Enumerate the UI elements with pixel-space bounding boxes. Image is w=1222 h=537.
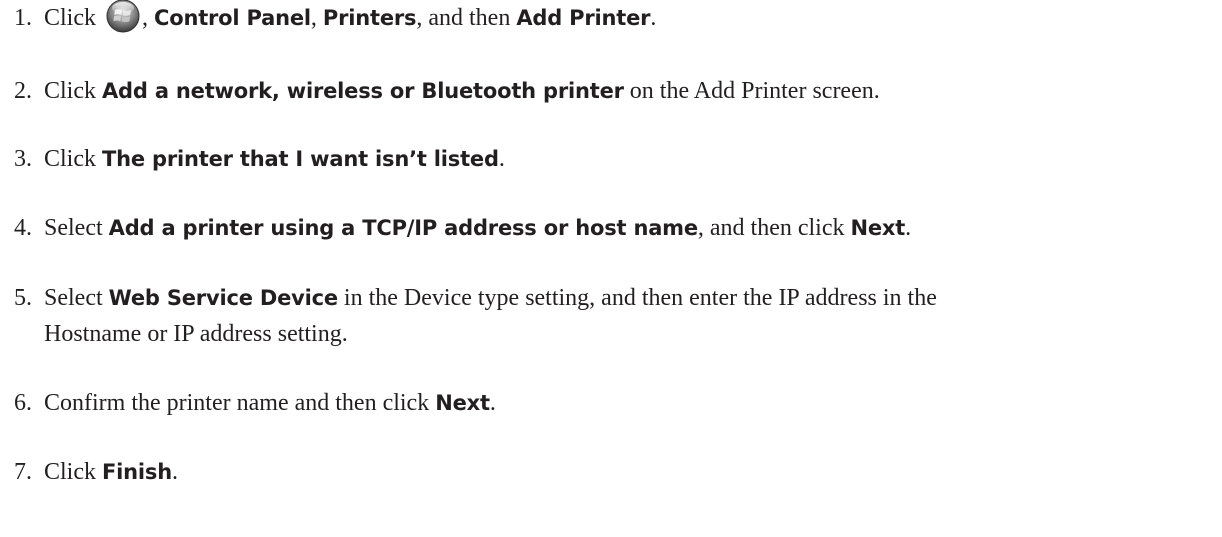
ui-label-finish: Finish [102,460,172,484]
step-text-plain: Select [44,285,109,311]
step-text-plain: Click [44,459,102,485]
step-number: 6. [14,390,32,416]
windows-start-orb-icon [106,0,140,33]
step-text: Click Add a network, wireless or Bluetoo… [44,75,880,107]
step-text-plain: Click [44,78,102,104]
step-number: 5. [14,285,32,311]
step-text-plain: , [142,5,154,31]
step-text-plain: , [310,5,323,31]
ui-label-web-service-device: Web Service Device [108,286,338,310]
ui-label-control-panel: Control Panel [154,6,311,30]
step-text-plain: Select [44,215,109,241]
step-text: Click The printer that I want isn’t list… [44,143,505,175]
ui-label-add-tcpip-printer: Add a printer using a TCP/IP address or … [108,216,698,240]
step-text-plain: , and then [416,5,517,31]
step-text-plain: . [171,459,178,485]
step-text: Confirm the printer name and then click … [44,387,496,419]
ui-label-add-network-printer: Add a network, wireless or Bluetooth pri… [102,79,624,103]
step-text-plain: . [498,146,505,172]
ui-label-next: Next [435,391,490,415]
step-number: 7. [14,459,32,485]
ui-label-printer-not-listed: The printer that I want isn’t listed [102,147,499,171]
instruction-steps: 1. Click , Control Panel, Printers, and … [0,0,1222,537]
step-number: 4. [14,215,32,241]
step-text-plain: , and then click [697,215,851,241]
step-text-continued: Hostname or IP address setting. [44,321,348,347]
step-text: Select Web Service Device in the Device … [44,282,937,314]
ui-label-next: Next [850,216,906,240]
step-text-plain: on the Add Printer screen. [623,78,880,104]
step-text: Select Add a printer using a TCP/IP addr… [44,212,911,244]
ui-label-add-printer: Add Printer [516,6,651,30]
step-number: 2. [14,78,32,104]
step-text: Click Finish. [44,456,178,488]
step-text-plain: . [905,215,912,241]
step-text-plain: Click [44,5,102,31]
step-text-plain: . [489,390,496,416]
step-text-plain: in the Device type setting, and then ent… [337,285,937,311]
step-number: 3. [14,146,32,172]
step-text-plain: . [650,5,657,31]
step-number: 1. [14,5,32,31]
step-text-plain: Confirm the printer name and then click [44,390,436,416]
step-text-plain: Click [44,146,102,172]
step-text: Click , Control Panel, Printers, and the… [44,0,657,34]
ui-label-printers: Printers [322,6,417,30]
